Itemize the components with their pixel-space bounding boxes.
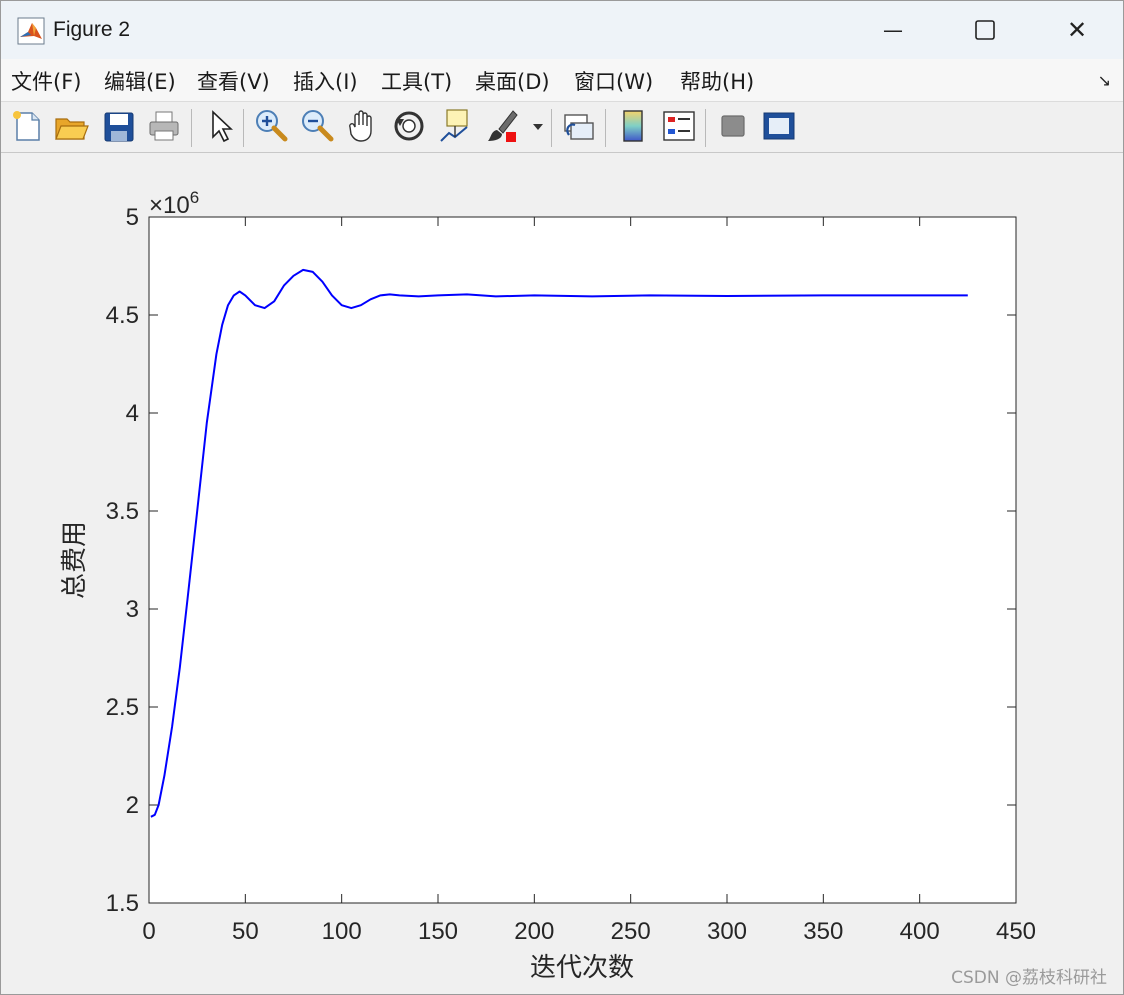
close-button[interactable]: ✕ [1031, 1, 1123, 59]
print-icon[interactable] [146, 107, 182, 145]
y-tick-label: 5 [126, 204, 139, 231]
colorbar-icon[interactable] [615, 107, 651, 145]
watermark-text: CSDN @荔枝科研社 [951, 968, 1107, 988]
menu-bar: 文件(F) 编辑(E) 查看(V) 插入(I) 工具(T) 桌面(D) 窗口(W… [1, 59, 1123, 102]
pan-hand-icon[interactable] [345, 107, 381, 145]
y-tick-label: 1.5 [106, 890, 139, 917]
x-tick-label: 300 [707, 918, 747, 945]
legend-icon[interactable] [661, 107, 697, 145]
menu-tools[interactable]: 工具(T) [381, 66, 452, 96]
x-tick-label: 100 [322, 918, 362, 945]
y-tick-label: 2.5 [106, 694, 139, 721]
x-tick-label: 450 [996, 918, 1036, 945]
hide-plot-tools-icon[interactable] [715, 107, 751, 145]
menu-edit[interactable]: 编辑(E) [104, 66, 176, 96]
y-axis-label: 总费用 [60, 521, 90, 599]
maximize-button[interactable] [939, 1, 1031, 59]
menu-desktop[interactable]: 桌面(D) [475, 66, 550, 96]
select-arrow-icon[interactable] [203, 107, 239, 145]
y-tick-label: 3 [126, 596, 139, 623]
menu-insert[interactable]: 插入(I) [293, 66, 358, 96]
data-cursor-icon[interactable] [437, 107, 473, 145]
matlab-logo-icon [17, 17, 45, 45]
x-tick-label: 350 [803, 918, 843, 945]
y-tick-label: 2 [126, 792, 139, 819]
show-plot-tools-icon[interactable] [761, 107, 797, 145]
x-axis-label: 迭代次数 [530, 953, 634, 983]
minimize-icon: — [883, 18, 903, 42]
x-tick-label: 50 [232, 918, 259, 945]
title-bar[interactable]: Figure 2 — ✕ [1, 1, 1123, 59]
dock-figure-icon[interactable]: ↘ [1098, 71, 1111, 90]
rotate-3d-icon[interactable] [391, 107, 427, 145]
open-file-icon[interactable] [53, 107, 89, 145]
x-tick-label: 200 [514, 918, 554, 945]
figure-window: Figure 2 — ✕ 文件(F) 编辑(E) 查看(V) 插入(I) 工具(… [0, 0, 1124, 995]
y-tick-label: 4.5 [106, 302, 139, 329]
menu-view[interactable]: 查看(V) [197, 66, 270, 96]
x-tick-label: 0 [142, 918, 155, 945]
y-scale-factor-label: ×106 [149, 188, 199, 219]
x-tick-label: 250 [611, 918, 651, 945]
toolbar-separator [551, 109, 552, 147]
window-title: Figure 2 [53, 18, 131, 41]
y-tick-label: 4 [126, 400, 139, 427]
x-tick-label: 400 [900, 918, 940, 945]
link-plot-icon[interactable] [561, 107, 597, 145]
x-tick-label: 150 [418, 918, 458, 945]
toolbar-separator [191, 109, 192, 147]
minimize-button[interactable]: — [847, 1, 939, 59]
toolbar-separator [705, 109, 706, 147]
menu-window[interactable]: 窗口(W) [574, 66, 653, 96]
zoom-out-icon[interactable] [299, 107, 335, 145]
brush-dropdown-icon[interactable] [529, 107, 547, 145]
axes-box[interactable] [148, 216, 1017, 904]
plot-canvas: 0 50 100 150 200 250 300 350 400 450 1.5 2 2.5 3 3.5 4… [60, 188, 1036, 983]
save-icon[interactable] [101, 107, 137, 145]
zoom-in-icon[interactable] [253, 107, 289, 145]
brush-icon[interactable] [485, 107, 521, 145]
maximize-icon [975, 20, 995, 40]
menu-file[interactable]: 文件(F) [11, 66, 81, 96]
close-icon: ✕ [1066, 16, 1088, 44]
toolbar-separator [605, 109, 606, 147]
toolbar-separator [243, 109, 244, 147]
new-figure-icon[interactable] [9, 107, 45, 145]
menu-help[interactable]: 帮助(H) [680, 66, 754, 96]
y-tick-label: 3.5 [106, 498, 139, 525]
